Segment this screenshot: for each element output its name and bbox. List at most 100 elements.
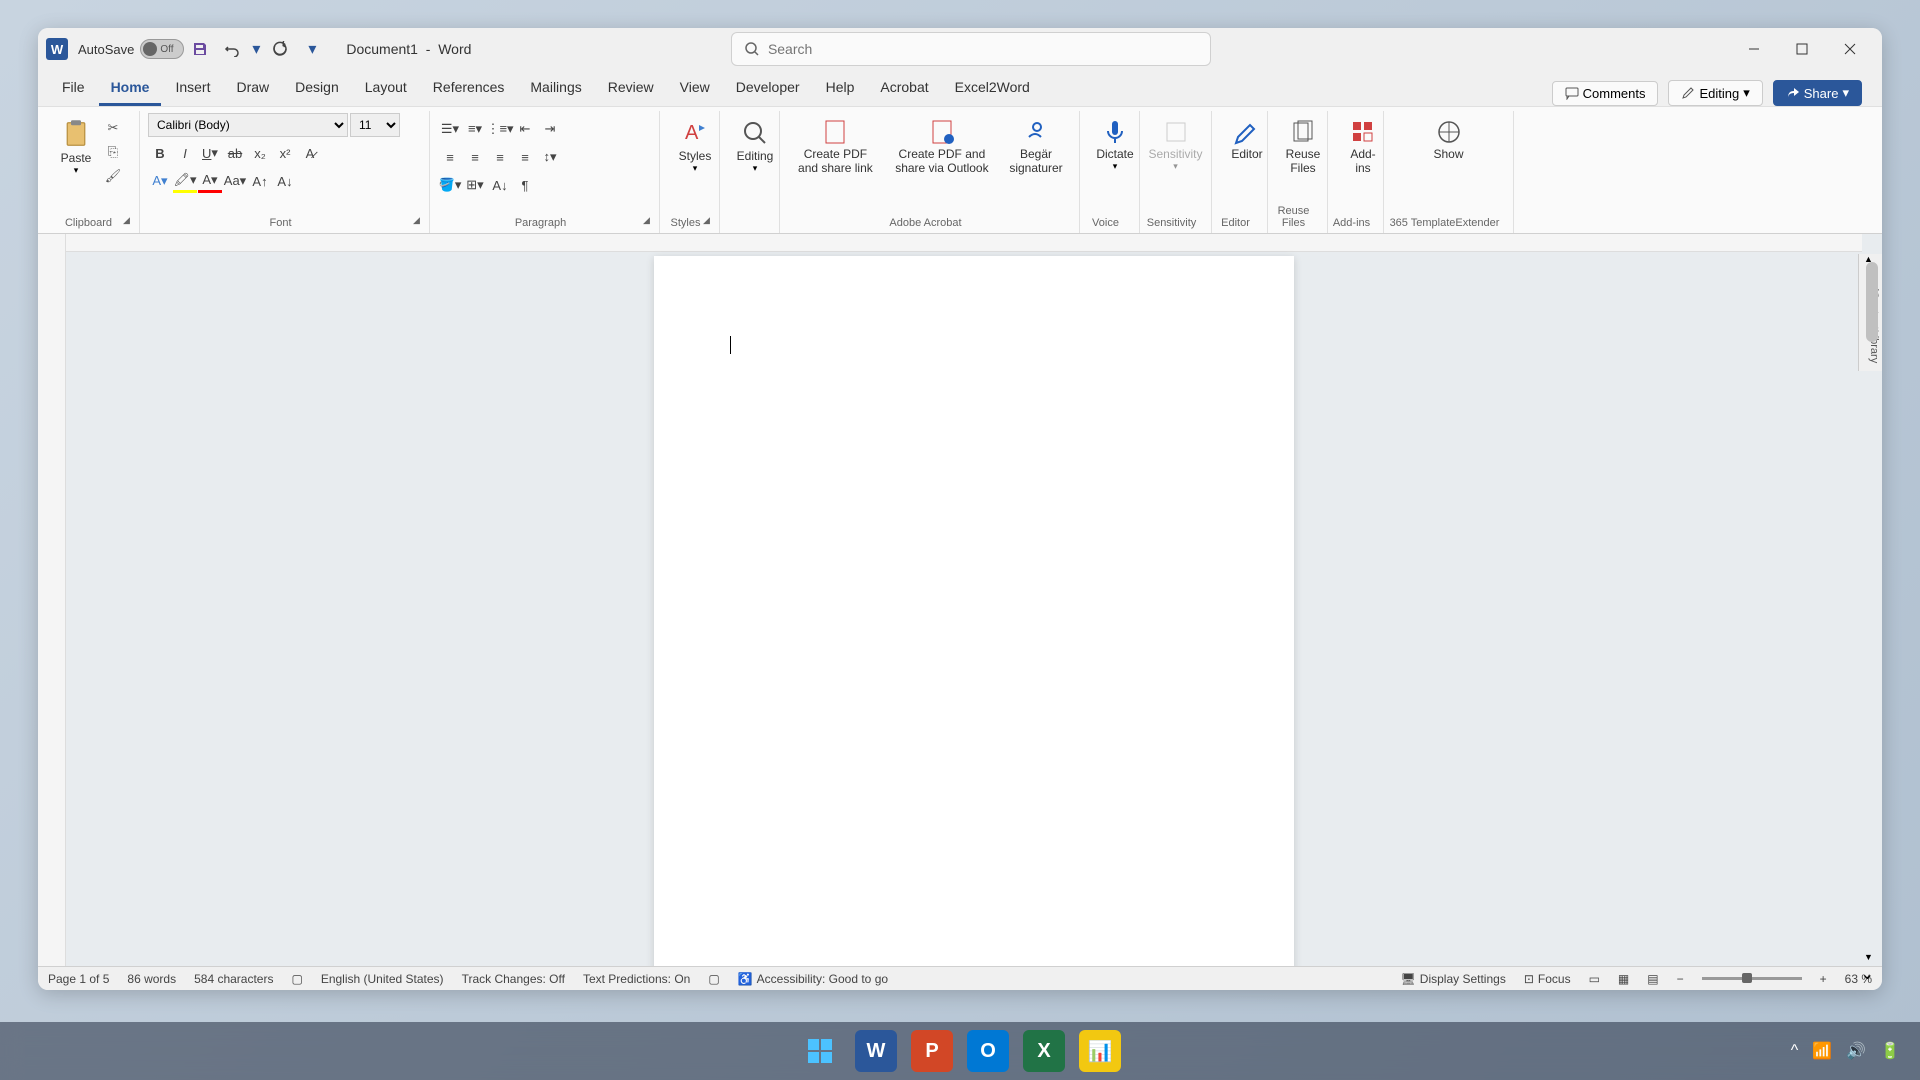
tab-developer[interactable]: Developer — [724, 71, 812, 106]
status-predictions[interactable]: Text Predictions: On — [583, 972, 690, 986]
decrease-indent-button[interactable]: ⇤ — [513, 117, 537, 141]
dictate-button[interactable]: Dictate▾ — [1088, 113, 1142, 192]
italic-button[interactable]: I — [173, 141, 197, 165]
copy-icon[interactable]: ⎘ — [102, 141, 124, 163]
request-signatures-button[interactable]: Begär signaturer — [1001, 113, 1071, 196]
collapse-ribbon-icon[interactable]: ⌄ — [1861, 964, 1874, 984]
status-display-settings[interactable]: 🖥 Display Settings — [1401, 972, 1506, 986]
shrink-font-button[interactable]: A↓ — [273, 169, 297, 193]
document-page[interactable] — [654, 256, 1294, 966]
tray-chevron-icon[interactable]: ^ — [1791, 1042, 1799, 1060]
font-name-select[interactable]: Calibri (Body) — [148, 113, 348, 137]
tab-acrobat[interactable]: Acrobat — [868, 71, 940, 106]
strikethrough-button[interactable]: ab — [223, 141, 247, 165]
vertical-scrollbar[interactable]: ▲ ▼ — [1864, 254, 1880, 962]
grow-font-button[interactable]: A↑ — [248, 169, 272, 193]
paragraph-launcher-icon[interactable]: ◢ — [643, 215, 657, 229]
tray-battery-icon[interactable]: 🔋 — [1880, 1041, 1900, 1061]
scroll-thumb[interactable] — [1866, 262, 1878, 342]
view-read-icon[interactable]: ▭ — [1589, 972, 1600, 986]
editor-button[interactable]: Editor — [1220, 113, 1274, 181]
format-painter-icon[interactable]: 🖌 — [102, 165, 124, 187]
start-button[interactable] — [799, 1030, 841, 1072]
tray-volume-icon[interactable]: 🔊 — [1846, 1041, 1866, 1061]
borders-button[interactable]: ⊞▾ — [463, 173, 487, 197]
share-button[interactable]: Share ▾ — [1773, 80, 1862, 106]
undo-dropdown-icon[interactable]: ▾ — [250, 35, 262, 63]
status-macro-icon[interactable]: ▢ — [291, 972, 302, 986]
sort-button[interactable]: A↓ — [488, 173, 512, 197]
tab-excel2word[interactable]: Excel2Word — [943, 71, 1042, 106]
page-area[interactable] — [66, 234, 1882, 966]
align-right-button[interactable]: ≡ — [488, 145, 512, 169]
search-input[interactable] — [768, 41, 1198, 57]
autosave-toggle[interactable]: Off — [140, 39, 184, 59]
taskbar-word-icon[interactable]: W — [855, 1030, 897, 1072]
zoom-out-icon[interactable]: − — [1677, 972, 1684, 986]
tab-layout[interactable]: Layout — [353, 71, 419, 106]
zoom-slider[interactable] — [1702, 977, 1802, 980]
clipboard-launcher-icon[interactable]: ◢ — [123, 215, 137, 229]
shading-button[interactable]: 🪣▾ — [438, 173, 462, 197]
tab-review[interactable]: Review — [596, 71, 666, 106]
addins-button[interactable]: Add-ins — [1336, 113, 1390, 196]
multilevel-list-button[interactable]: ⋮≡▾ — [488, 117, 512, 141]
underline-button[interactable]: U ▾ — [198, 141, 222, 165]
tab-design[interactable]: Design — [283, 71, 351, 106]
taskbar-powerpoint-icon[interactable]: P — [911, 1030, 953, 1072]
vertical-ruler[interactable] — [38, 234, 66, 966]
undo-icon[interactable] — [218, 35, 246, 63]
tab-file[interactable]: File — [50, 71, 97, 106]
subscript-button[interactable]: x₂ — [248, 141, 272, 165]
font-color-button[interactable]: A▾ — [198, 169, 222, 193]
create-pdf-button[interactable]: Create PDF and share link — [788, 113, 883, 196]
status-chars[interactable]: 584 characters — [194, 972, 273, 986]
close-icon[interactable] — [1826, 29, 1874, 69]
qat-customize-icon[interactable]: ▾ — [298, 35, 326, 63]
paste-button[interactable]: Paste ▾ — [54, 113, 98, 231]
status-language[interactable]: English (United States) — [321, 972, 444, 986]
numbering-button[interactable]: ≡▾ — [463, 117, 487, 141]
scroll-down-icon[interactable]: ▼ — [1864, 952, 1873, 962]
font-launcher-icon[interactable]: ◢ — [413, 215, 427, 229]
zoom-in-icon[interactable]: + — [1820, 972, 1827, 986]
minimize-icon[interactable] — [1730, 29, 1778, 69]
superscript-button[interactable]: x² — [273, 141, 297, 165]
comments-button[interactable]: Comments — [1552, 81, 1659, 106]
status-words[interactable]: 86 words — [127, 972, 176, 986]
view-web-icon[interactable]: ▤ — [1647, 972, 1658, 986]
taskbar-powerbi-icon[interactable]: 📊 — [1079, 1030, 1121, 1072]
font-size-select[interactable]: 11 — [350, 113, 400, 137]
create-pdf-outlook-button[interactable]: Create PDF and share via Outlook — [883, 113, 1001, 196]
search-box[interactable] — [731, 32, 1211, 66]
tab-draw[interactable]: Draw — [224, 71, 281, 106]
changeions.changecase-button[interactable]: Aa▾ — [223, 169, 247, 193]
tab-references[interactable]: References — [421, 71, 517, 106]
cut-icon[interactable]: ✂ — [102, 117, 124, 139]
editing-mode-button[interactable]: Editing ▾ — [1668, 80, 1762, 106]
show-template-button[interactable]: Show — [1392, 113, 1505, 181]
line-spacing-button[interactable]: ↕▾ — [538, 145, 562, 169]
bullets-button[interactable]: ☰▾ — [438, 117, 462, 141]
highlight-button[interactable]: 🖍▾ — [173, 169, 197, 193]
bold-button[interactable]: B — [148, 141, 172, 165]
show-marks-button[interactable]: ¶ — [513, 173, 537, 197]
tab-insert[interactable]: Insert — [163, 71, 222, 106]
maximize-icon[interactable] — [1778, 29, 1826, 69]
styles-button[interactable]: A Styles▾ — [668, 113, 722, 194]
tab-mailings[interactable]: Mailings — [518, 71, 593, 106]
sensitivity-button[interactable]: Sensitivity▾ — [1148, 113, 1203, 192]
align-center-button[interactable]: ≡ — [463, 145, 487, 169]
view-print-icon[interactable]: ▦ — [1618, 972, 1629, 986]
status-macro2-icon[interactable]: ▢ — [708, 972, 719, 986]
redo-icon[interactable] — [266, 35, 294, 63]
align-left-button[interactable]: ≡ — [438, 145, 462, 169]
increase-indent-button[interactable]: ⇥ — [538, 117, 562, 141]
taskbar-outlook-icon[interactable]: O — [967, 1030, 1009, 1072]
styles-launcher-icon[interactable]: ◢ — [703, 215, 717, 229]
justify-button[interactable]: ≡ — [513, 145, 537, 169]
tab-help[interactable]: Help — [814, 71, 867, 106]
reuse-files-button[interactable]: Reuse Files — [1276, 113, 1330, 196]
status-accessibility[interactable]: ♿ Accessibility: Good to go — [738, 972, 888, 986]
clear-formatting-button[interactable]: A̷ — [298, 141, 322, 165]
